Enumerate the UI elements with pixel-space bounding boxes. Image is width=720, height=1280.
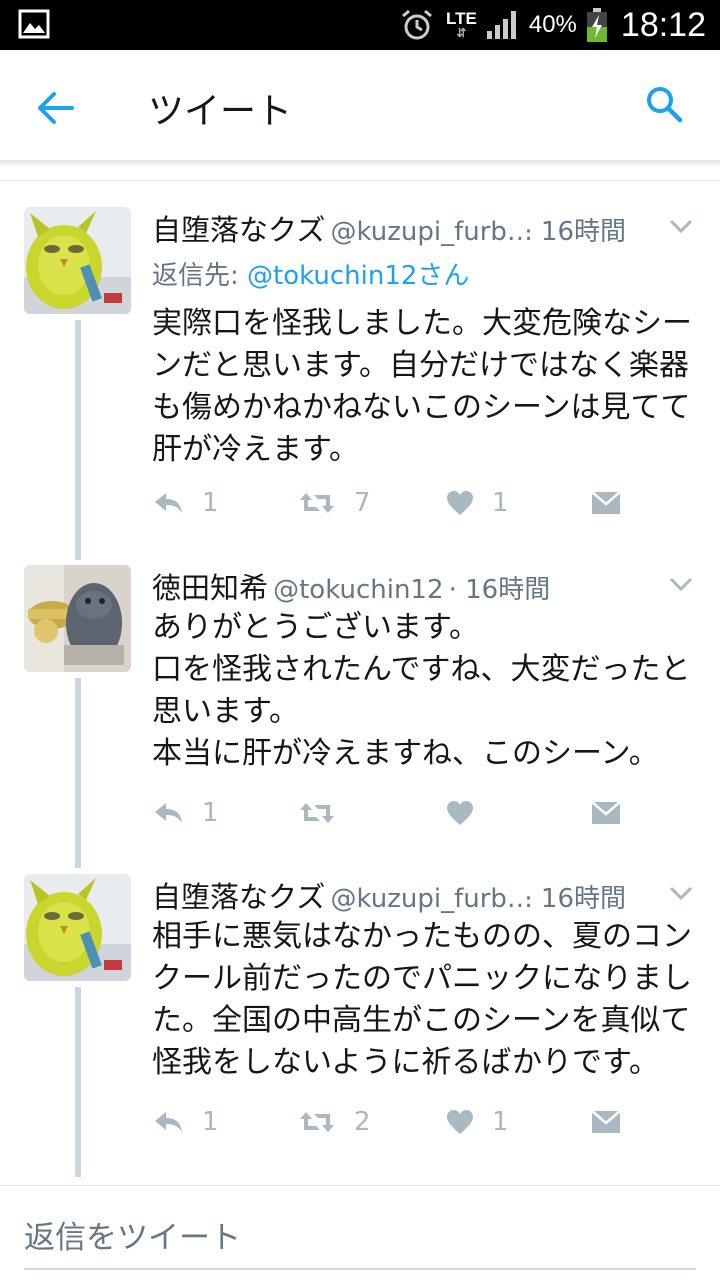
chevron-down-icon[interactable] — [666, 211, 696, 241]
reply-context: 返信先: @tokuchin12さん — [152, 255, 469, 292]
header-divider — [0, 180, 720, 181]
reply-mention-link[interactable]: @tokuchin12さん — [247, 261, 469, 291]
retweet-count: 7 — [354, 488, 371, 518]
direct-message-button[interactable] — [590, 793, 622, 833]
page-title: ツイート — [148, 91, 293, 132]
gallery-icon — [18, 9, 50, 39]
battery-percent: 40% — [528, 11, 577, 38]
search-icon[interactable] — [644, 84, 684, 124]
username[interactable]: @kuzupi_furb… — [331, 884, 533, 914]
tweet-text: 相手に悪気はなかったものの、夏のコン クール前だったのでパニックになりまし た。… — [152, 916, 698, 1084]
text-line: 口を怪我されたんですね、大変だったと — [152, 652, 691, 687]
signal-icon — [486, 11, 516, 39]
username[interactable]: @tokuchin12 — [273, 575, 443, 605]
retweet-icon — [300, 803, 334, 823]
tweet-actions: 1 7 1 — [152, 483, 690, 523]
reply-icon — [155, 1112, 182, 1132]
network-indicator: LTE ⇵ — [446, 10, 477, 40]
text-line: 怪我をしないように祈るばかりです。 — [152, 1045, 659, 1080]
retweet-button[interactable]: 2 — [298, 1102, 371, 1142]
avatar[interactable] — [24, 565, 131, 672]
username[interactable]: @kuzupi_furb… — [331, 217, 533, 247]
text-line: た。全国の中高生がこのシーンを真似て — [152, 1003, 691, 1038]
retweet-icon — [300, 493, 334, 513]
battery-charging-icon — [586, 8, 607, 42]
composer-divider — [0, 1185, 720, 1186]
data-arrows-icon: ⇵ — [456, 26, 467, 40]
text-line: ンだと思います。自分だけではなく楽器 — [152, 348, 689, 383]
text-line: 実際口を怪我しました。大変危険なシー — [152, 306, 692, 341]
heart-icon — [447, 491, 473, 515]
retweet-button[interactable] — [298, 793, 354, 833]
status-bar: LTE ⇵ 40% 18:12 — [0, 0, 720, 50]
reply-count: 1 — [202, 488, 219, 518]
text-line: 肝が冷えます。 — [152, 432, 359, 467]
reply-input[interactable]: 返信をツイート — [24, 1212, 241, 1257]
text-line: 相手に悪気はなかったものの、夏のコン — [152, 919, 692, 954]
tweet[interactable]: 徳田知希 @tokuchin12 · 16時間 ありがとうございます。 口を怪我… — [0, 565, 720, 875]
text-line: クール前だったのでパニックになりまし — [152, 961, 692, 996]
reply-button[interactable]: 1 — [152, 1102, 219, 1142]
avatar[interactable] — [24, 874, 131, 981]
tweet-header: 自堕落なクズ @kuzupi_furb… · 16時間 — [152, 207, 696, 247]
envelope-icon — [591, 491, 621, 514]
envelope-icon — [591, 1110, 621, 1133]
display-name[interactable]: 徳田知希 — [152, 571, 268, 605]
display-name[interactable]: 自堕落なクズ — [152, 880, 325, 914]
thread-line — [75, 320, 81, 560]
like-count: 1 — [492, 488, 509, 518]
reply-input-underline — [24, 1268, 696, 1270]
reply-button[interactable]: 1 — [152, 793, 219, 833]
thread-line — [75, 678, 81, 868]
direct-message-button[interactable] — [590, 1102, 622, 1142]
reply-button[interactable]: 1 — [152, 483, 219, 523]
back-arrow-icon[interactable] — [34, 86, 78, 130]
like-button[interactable]: 1 — [446, 1102, 509, 1142]
reply-prefix: 返信先: — [152, 261, 248, 291]
app-bar: ツイート — [0, 50, 720, 162]
tweet[interactable]: 自堕落なクズ @kuzupi_furb… · 16時間 相手に悪気はなかったもの… — [0, 874, 720, 1179]
envelope-icon — [591, 801, 621, 824]
heart-icon — [447, 1110, 473, 1134]
tweet-header: 自堕落なクズ @kuzupi_furb… · 16時間 — [152, 874, 696, 914]
tweet-text: 実際口を怪我しました。大変危険なシー ンだと思います。自分だけではなく楽器 も傷… — [152, 303, 698, 471]
timestamp: · 16時間 — [524, 217, 626, 247]
text-line: ありがとうございます。 — [152, 610, 479, 645]
avatar[interactable] — [24, 207, 131, 314]
like-button[interactable]: 1 — [446, 483, 509, 523]
chevron-down-icon[interactable] — [666, 569, 696, 599]
like-button[interactable] — [446, 793, 492, 833]
timestamp: · 16時間 — [524, 884, 626, 914]
text-line: も傷めかねかねないこのシーンは見てて — [152, 390, 691, 425]
like-count: 1 — [492, 1107, 509, 1137]
retweet-button[interactable]: 7 — [298, 483, 371, 523]
heart-icon — [447, 801, 473, 825]
reply-icon — [155, 493, 182, 513]
tweet-actions: 1 — [152, 793, 690, 833]
chevron-down-icon[interactable] — [666, 878, 696, 908]
alarm-icon — [402, 9, 432, 40]
reply-count: 1 — [202, 1107, 219, 1137]
direct-message-button[interactable] — [590, 483, 622, 523]
text-line: 本当に肝が冷えますね、このシーン。 — [152, 736, 659, 771]
reply-icon — [155, 803, 182, 823]
text-line: 思います。 — [152, 694, 299, 729]
tweet-text: ありがとうございます。 口を怪我されたんですね、大変だったと 思います。 本当に… — [152, 607, 698, 775]
reply-count: 1 — [202, 798, 219, 828]
tweet-actions: 1 2 1 — [152, 1102, 690, 1142]
display-name[interactable]: 自堕落なクズ — [152, 213, 325, 247]
retweet-icon — [300, 1112, 334, 1132]
clock: 18:12 — [620, 5, 706, 44]
tweet[interactable]: 自堕落なクズ @kuzupi_furb… · 16時間 返信先: @tokuch… — [0, 207, 720, 567]
thread-line — [75, 987, 81, 1177]
timestamp: · 16時間 — [448, 575, 551, 605]
tweet-header: 徳田知希 @tokuchin12 · 16時間 — [152, 565, 696, 605]
retweet-count: 2 — [354, 1107, 371, 1137]
